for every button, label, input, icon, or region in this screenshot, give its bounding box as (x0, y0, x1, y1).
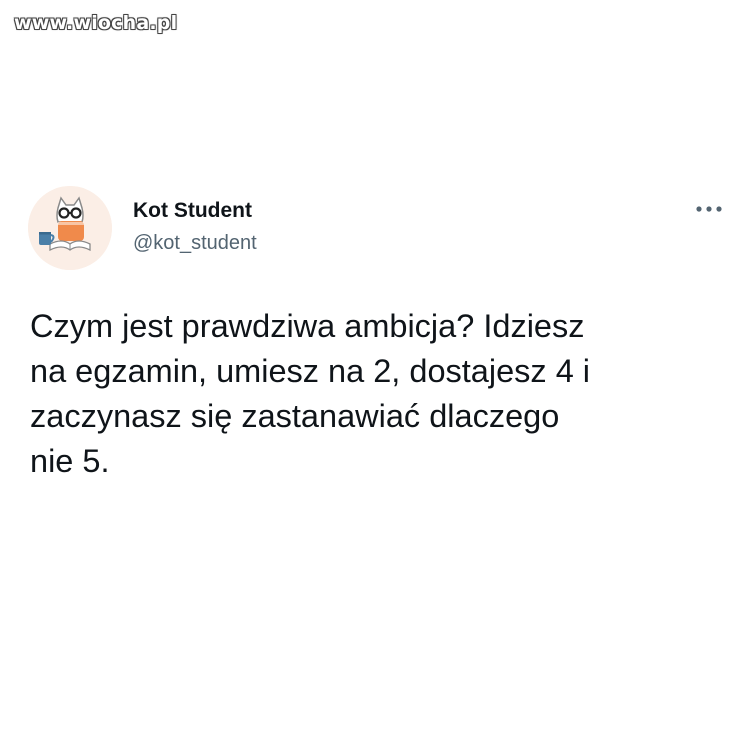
avatar[interactable] (28, 186, 112, 270)
cat-student-avatar-icon (28, 186, 112, 270)
tweet-header: Kot Student @kot_student (28, 186, 724, 276)
author-display-name[interactable]: Kot Student (133, 198, 257, 224)
site-watermark: www.wiocha.pl (14, 12, 178, 34)
tweet-text: Czym jest prawdziwa ambicja? Idziesz na … (30, 308, 591, 479)
author-info[interactable]: Kot Student @kot_student (133, 198, 257, 255)
author-handle[interactable]: @kot_student (133, 231, 257, 255)
more-horizontal-icon[interactable] (694, 202, 724, 216)
